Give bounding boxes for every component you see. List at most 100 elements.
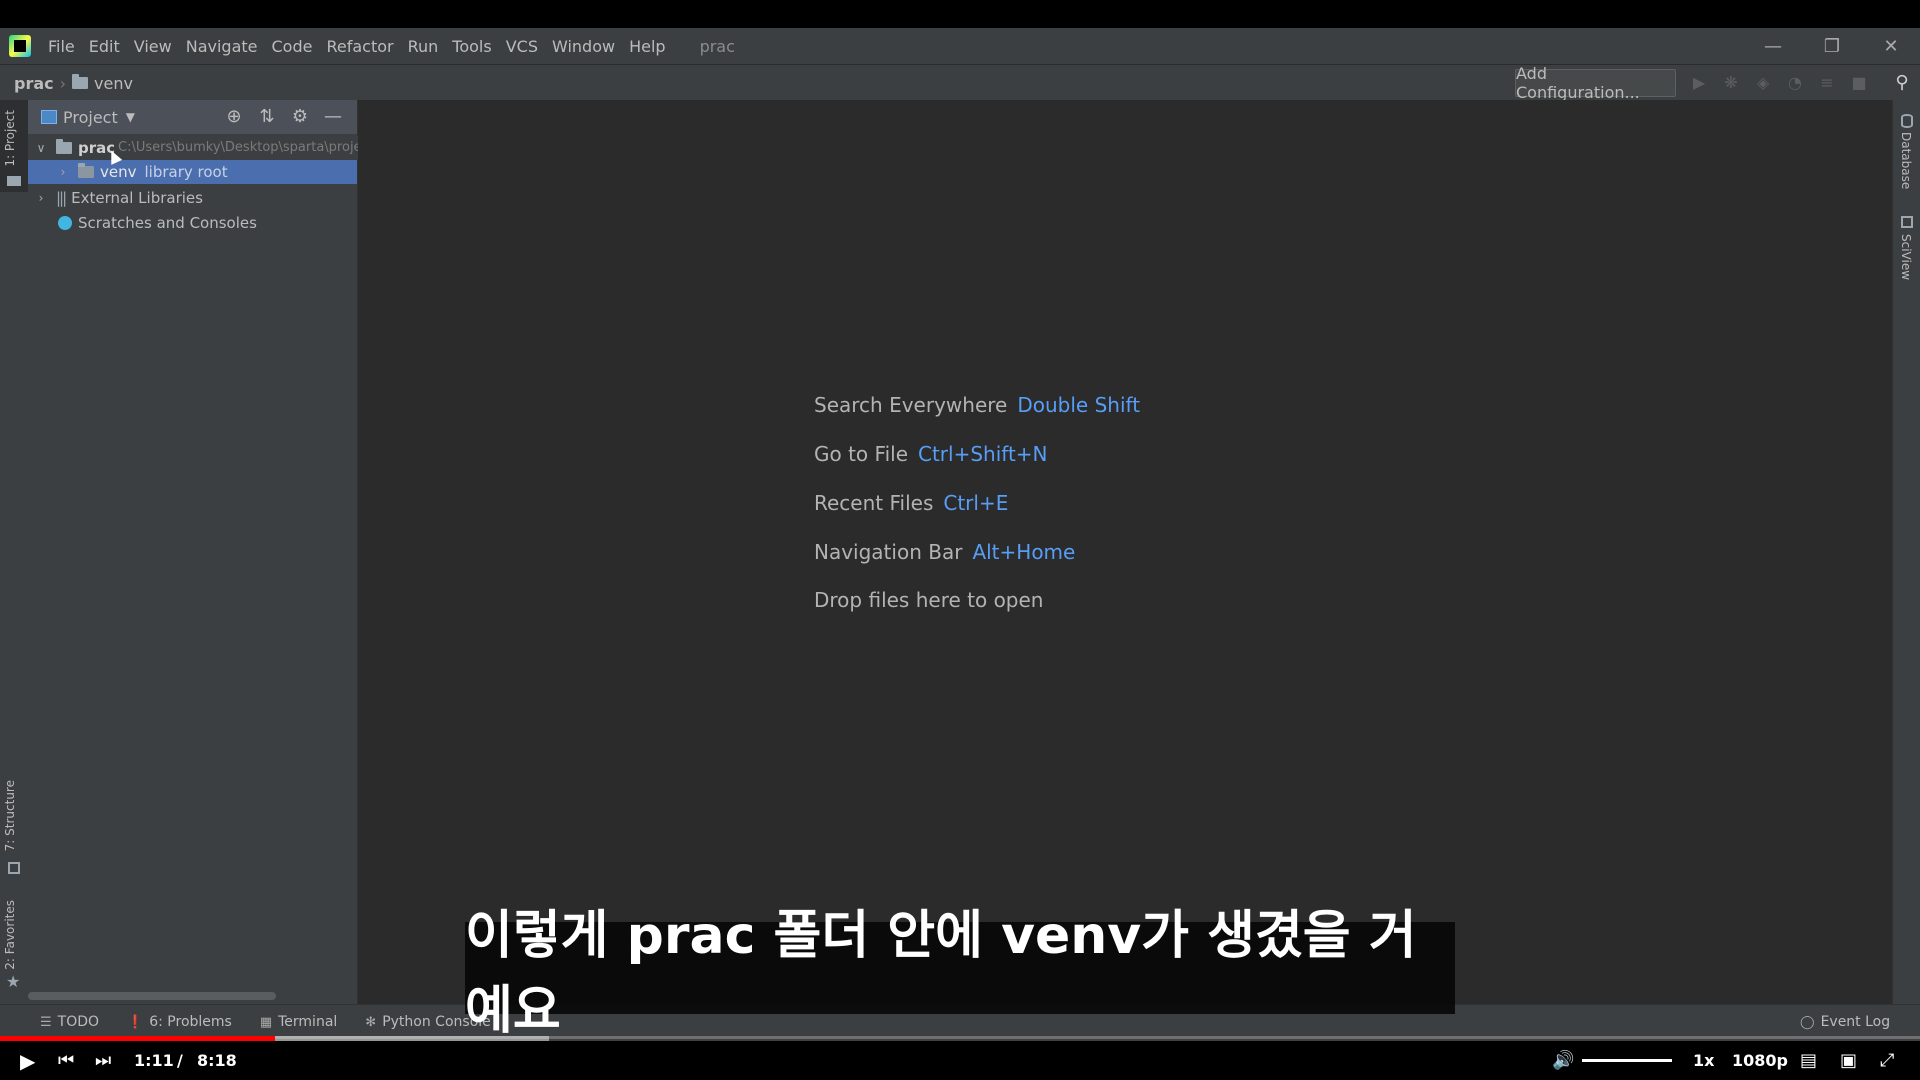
- event-log-tab[interactable]: ◯ Event Log: [1800, 1014, 1904, 1030]
- tip-go-to-file: Go to File Ctrl+Shift+N: [814, 442, 1048, 466]
- close-icon[interactable]: ✕: [1862, 28, 1920, 64]
- tree-item-external-libraries[interactable]: › ||| External Libraries: [28, 186, 357, 210]
- breadcrumb-separator-icon: ›: [59, 73, 67, 93]
- hide-icon[interactable]: —: [323, 107, 343, 127]
- menu-edit[interactable]: Edit: [89, 37, 120, 56]
- horizontal-scrollbar[interactable]: [28, 992, 276, 1000]
- previous-icon[interactable]: ⏮: [58, 1041, 74, 1080]
- collapse-all-icon[interactable]: ⇅: [257, 107, 277, 127]
- tab-label: Terminal: [278, 1014, 338, 1030]
- tip-label: Drop files here to open: [814, 588, 1044, 612]
- tree-item-prac[interactable]: ∨ prac C:\Users\bumky\Desktop\sparta\pro…: [28, 136, 418, 160]
- tree-item-label: venv: [100, 163, 137, 181]
- tip-shortcut: Alt+Home: [972, 540, 1076, 564]
- tab-label: 6: Problems: [149, 1014, 232, 1030]
- gear-icon[interactable]: ⚙: [290, 107, 310, 127]
- menu-run[interactable]: Run: [408, 37, 439, 56]
- tip-recent-files: Recent Files Ctrl+E: [814, 491, 1008, 515]
- playback-speed[interactable]: 1x: [1693, 1041, 1714, 1080]
- structure-tool-tab[interactable]: 7: Structure: [3, 780, 17, 851]
- tip-shortcut: Double Shift: [1017, 393, 1141, 417]
- structure-icon: [8, 862, 20, 874]
- play-icon[interactable]: ▶: [20, 1041, 35, 1080]
- todo-tab[interactable]: ☰ TODO: [40, 1014, 113, 1030]
- menu-navigate[interactable]: Navigate: [186, 37, 258, 56]
- tip-shortcut: Ctrl+E: [943, 491, 1009, 515]
- project-panel-header: Project ▼ ⊕ ⇅ ⚙ —: [28, 100, 357, 134]
- terminal-icon: ▦: [259, 1014, 273, 1030]
- tip-label: Navigation Bar: [814, 540, 963, 564]
- search-icon[interactable]: ⚲: [1892, 73, 1912, 93]
- coverage-icon[interactable]: ◈: [1753, 73, 1773, 93]
- menu-vcs[interactable]: VCS: [506, 37, 538, 56]
- folder-icon: [78, 163, 94, 178]
- chevron-down-icon[interactable]: ▼: [126, 110, 135, 124]
- breadcrumb-folder[interactable]: venv: [94, 74, 133, 93]
- pycharm-logo-icon: [9, 35, 31, 57]
- run-icon[interactable]: ▶: [1689, 73, 1709, 93]
- menu-window[interactable]: Window: [552, 37, 615, 56]
- subtitles-icon[interactable]: ▤: [1800, 1041, 1817, 1080]
- project-view-selector[interactable]: Project: [63, 108, 118, 127]
- tree-item-label: Scratches and Consoles: [78, 214, 257, 232]
- library-icon: |||: [56, 189, 67, 207]
- window-project-title: prac: [699, 36, 735, 56]
- concurrency-icon[interactable]: ≡: [1817, 73, 1837, 93]
- menu-refactor[interactable]: Refactor: [326, 37, 393, 56]
- stop-icon[interactable]: ■: [1849, 73, 1869, 93]
- sciview-tool-tab[interactable]: SciView: [1899, 234, 1913, 280]
- time-separator: /: [177, 1051, 183, 1070]
- tip-label: Search Everywhere: [814, 393, 1008, 417]
- tab-label: Event Log: [1820, 1014, 1891, 1030]
- menu-view[interactable]: View: [134, 37, 172, 56]
- scratches-icon: [58, 216, 72, 230]
- next-icon[interactable]: ⏭: [95, 1041, 111, 1080]
- terminal-tab[interactable]: ▦ Terminal: [260, 1014, 351, 1030]
- locate-icon[interactable]: ⊕: [224, 107, 244, 127]
- volume-icon[interactable]: 🔊: [1552, 1041, 1574, 1080]
- project-panel: Project ▼ ⊕ ⇅ ⚙ — ∨ prac C:\Users\bumky\…: [28, 100, 418, 1004]
- minimize-icon[interactable]: —: [1744, 28, 1802, 64]
- problems-tab[interactable]: ❗ 6: Problems: [127, 1014, 246, 1030]
- chevron-down-icon[interactable]: ∨: [34, 141, 48, 155]
- tree-item-venv[interactable]: › venv library root: [28, 160, 357, 184]
- profile-icon[interactable]: ◔: [1785, 73, 1805, 93]
- project-tool-tab[interactable]: 1: Project: [3, 110, 17, 167]
- project-folder-icon: [7, 176, 21, 186]
- editor-area[interactable]: Search Everywhere Double Shift Go to File…: [358, 100, 1892, 1004]
- tip-shortcut: Ctrl+Shift+N: [918, 442, 1048, 466]
- sciview-icon: [1901, 216, 1913, 228]
- python-icon: ✻: [365, 1014, 377, 1030]
- miniplayer-icon[interactable]: ▣: [1840, 1041, 1857, 1080]
- menu-code[interactable]: Code: [272, 37, 313, 56]
- database-icon: [1901, 114, 1913, 128]
- video-controls: ▶ ⏮ ⏭ 1:11 / 8:18 🔊 1x 1080p ▤ ▣ ⤢: [0, 1041, 1920, 1080]
- menu-file[interactable]: File: [48, 37, 75, 56]
- quality-selector[interactable]: 1080p: [1732, 1041, 1788, 1080]
- chevron-right-icon[interactable]: ›: [34, 191, 48, 205]
- favorites-tool-tab[interactable]: 2: Favorites: [3, 900, 17, 970]
- tree-item-scratches[interactable]: Scratches and Consoles: [28, 211, 357, 235]
- tree-item-hint: library root: [144, 163, 228, 181]
- exit-fullscreen-icon[interactable]: ⤢: [1880, 1041, 1894, 1080]
- restore-icon[interactable]: ❐: [1803, 28, 1861, 64]
- database-tool-tab[interactable]: Database: [1899, 132, 1913, 189]
- tip-label: Recent Files: [814, 491, 934, 515]
- video-subtitle: 이렇게 prac 폴더 안에 venv가 생겼을 거예요: [465, 906, 1455, 1041]
- add-configuration-button[interactable]: Add Configuration...: [1515, 64, 1676, 102]
- favorites-star-icon: ★: [6, 972, 21, 991]
- menu-tools[interactable]: Tools: [452, 37, 491, 56]
- chevron-right-icon[interactable]: ›: [56, 165, 70, 179]
- volume-slider[interactable]: [1582, 1059, 1672, 1062]
- project-view-icon: [41, 110, 57, 124]
- left-tool-strip: 1: Project 7: Structure 2: Favorites ★: [0, 100, 29, 1004]
- list-icon: ☰: [40, 1014, 52, 1030]
- debug-icon[interactable]: ❋: [1721, 73, 1741, 93]
- folder-icon: [56, 139, 72, 154]
- tip-label: Go to File: [814, 442, 908, 466]
- tab-label: TODO: [57, 1014, 100, 1030]
- tip-search-everywhere: Search Everywhere Double Shift: [814, 393, 1140, 417]
- breadcrumb-root[interactable]: prac: [14, 74, 54, 93]
- menu-help[interactable]: Help: [629, 37, 665, 56]
- duration: 8:18: [197, 1051, 237, 1070]
